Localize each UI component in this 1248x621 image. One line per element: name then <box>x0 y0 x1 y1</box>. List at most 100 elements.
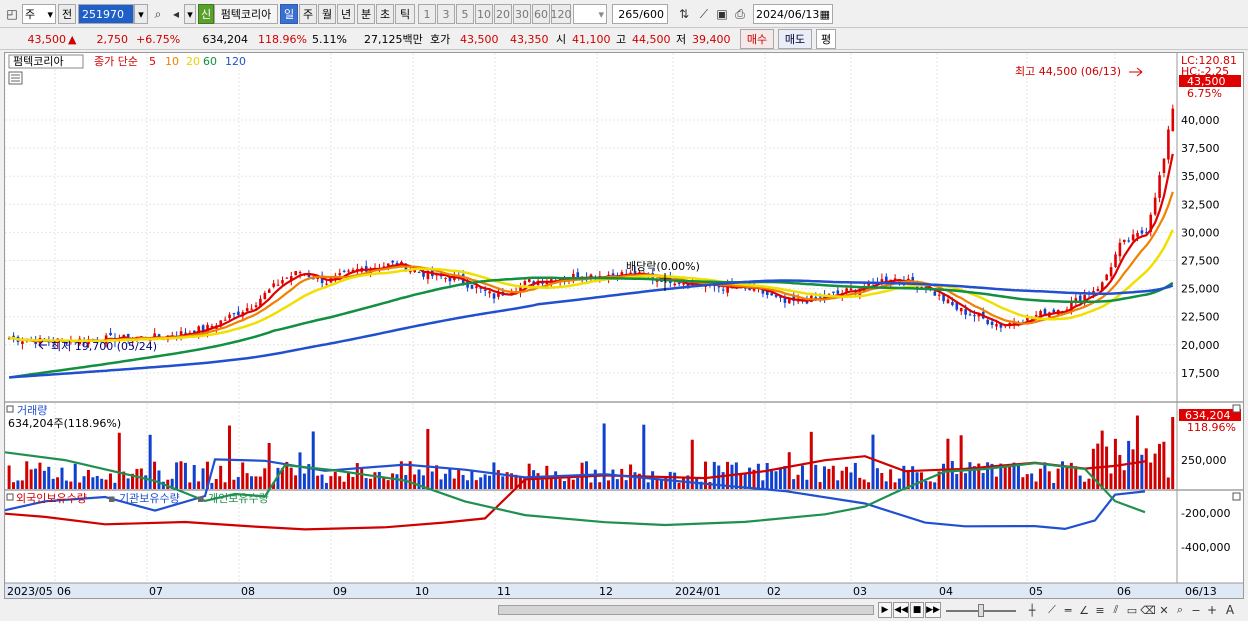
period-tick-tab[interactable]: 틱 <box>395 4 415 24</box>
interval-custom-select[interactable]: ▾ <box>573 4 607 24</box>
volume-bar <box>197 481 201 489</box>
candle-body <box>1162 158 1166 173</box>
channel-icon[interactable]: ⫽ <box>1108 602 1124 618</box>
y-tick-label: 32,500 <box>1181 198 1220 211</box>
period-day-tab[interactable]: 일 <box>280 4 298 24</box>
period-year-tab[interactable]: 년 <box>337 4 355 24</box>
y-tick-label: 35,000 <box>1181 170 1220 183</box>
ma-120[interactable]: 120 <box>225 55 246 68</box>
search-icon[interactable]: ⌕ <box>150 6 166 22</box>
stock-code-input[interactable]: 251970 <box>78 4 134 24</box>
panel-toggle-icon[interactable] <box>6 493 14 501</box>
angle-icon[interactable]: ∠ <box>1076 602 1092 618</box>
volume-bar <box>82 476 86 489</box>
stop-icon[interactable]: ■ <box>910 602 924 618</box>
volume-bar <box>60 467 64 489</box>
window-icon[interactable]: ◰ <box>4 6 20 22</box>
count-input[interactable]: 265/600 <box>612 4 668 24</box>
bid-price: 43,350 <box>510 32 549 46</box>
panel-close-icon[interactable] <box>1232 404 1241 413</box>
save-icon[interactable]: ▣ <box>714 6 730 22</box>
scroll-right-icon[interactable]: ▶ <box>878 602 892 618</box>
print-icon[interactable]: ⎙ <box>732 6 748 22</box>
interval-20[interactable]: 20 <box>494 4 512 24</box>
volume-bar <box>333 471 337 489</box>
type-select[interactable]: 주 ▾ <box>22 4 56 24</box>
volume-bar <box>153 461 157 489</box>
delete-drawing-icon[interactable]: ✕ <box>1156 602 1172 618</box>
panel-close-icon[interactable] <box>1232 492 1241 501</box>
code-dropdown[interactable]: ▾ <box>134 4 148 24</box>
volume-bar <box>104 479 108 489</box>
volume-bar <box>346 471 350 489</box>
font-size-icon[interactable]: A <box>1222 602 1238 618</box>
interval-5[interactable]: 5 <box>456 4 474 24</box>
interval-30[interactable]: 30 <box>513 4 531 24</box>
calendar-icon[interactable]: ▦ <box>820 8 830 21</box>
volume-bar <box>20 480 24 489</box>
up-arrow-icon: ▲ <box>68 32 77 46</box>
volume-bar <box>369 478 373 489</box>
ma-60[interactable]: 60 <box>203 55 217 68</box>
ma-5[interactable]: 5 <box>149 55 156 68</box>
date-input[interactable]: 2024/06/13 ▦ <box>753 4 833 24</box>
volume-bar <box>382 477 386 489</box>
speaker-dropdown[interactable]: ▾ <box>184 4 196 24</box>
ma-line-60 <box>9 276 1174 379</box>
dividend-note: 배당락(0.00%) <box>626 260 700 273</box>
chart-area[interactable]: 40,000 37,500 35,000 32,500 30,000 27,500 25,0… <box>4 52 1244 599</box>
zoom-out-icon[interactable]: − <box>1188 602 1204 618</box>
line-draw-icon[interactable]: ⟋ <box>696 6 712 22</box>
speaker-icon[interactable]: ◂ <box>168 6 184 22</box>
period-second-tab[interactable]: 초 <box>376 4 394 24</box>
count-value: 265 <box>618 7 640 21</box>
holdings-legend-foreign: 외국인보유수량 <box>16 492 87 505</box>
interval-1[interactable]: 1 <box>418 4 436 24</box>
volume-bar <box>853 462 857 489</box>
volume-bar <box>845 466 849 489</box>
volume-bar <box>849 472 853 489</box>
candle-body <box>338 273 342 276</box>
period-minute-tab[interactable]: 분 <box>357 4 375 24</box>
fast-forward-icon[interactable]: ▶▶ <box>925 602 941 618</box>
chart-type-icon[interactable]: ⇅ <box>676 6 692 22</box>
sell-button[interactable]: 매도 <box>778 29 812 49</box>
rect-tool-icon[interactable]: ▭ <box>1124 602 1140 618</box>
volume-bar <box>748 467 752 489</box>
scrollbar-track[interactable] <box>498 605 874 615</box>
zoom-in-icon[interactable]: + <box>1204 602 1220 618</box>
volume-bar <box>1113 438 1117 489</box>
current-price: 43,500 <box>27 32 67 46</box>
interval-3[interactable]: 3 <box>437 4 455 24</box>
volume-bar <box>474 480 478 489</box>
eraser-icon[interactable]: ⌫ <box>1140 602 1156 618</box>
prefix-button[interactable]: 전 <box>58 4 76 24</box>
ma-20[interactable]: 20 <box>186 55 200 68</box>
period-week-tab[interactable]: 주 <box>299 4 317 24</box>
panel-toggle-icon[interactable] <box>6 405 14 413</box>
trend-line-icon[interactable]: ⟋ <box>1044 602 1060 618</box>
zoom-icon[interactable]: ⌕ <box>1172 602 1188 618</box>
candle-body <box>933 291 937 296</box>
period-month-tab[interactable]: 월 <box>318 4 336 24</box>
buy-button[interactable]: 매수 <box>740 29 774 49</box>
rewind-icon[interactable]: ◀◀ <box>893 602 909 618</box>
ma-10[interactable]: 10 <box>165 55 179 68</box>
interval-120[interactable]: 120 <box>551 4 572 24</box>
volume-bar <box>435 465 439 489</box>
avg-button[interactable]: 평 <box>816 29 836 49</box>
crosshair-icon[interactable]: ┼ <box>1024 602 1040 618</box>
candle-body <box>937 294 941 296</box>
candle-body <box>770 293 774 296</box>
interval-10[interactable]: 10 <box>475 4 493 24</box>
candle-body <box>1127 240 1131 242</box>
horizontal-line-icon[interactable]: ═ <box>1060 602 1076 618</box>
interval-60[interactable]: 60 <box>532 4 550 24</box>
volume-bar <box>86 469 90 489</box>
x-tick-label: 08 <box>241 585 255 598</box>
zoom-slider-handle[interactable] <box>978 604 984 617</box>
fib-icon[interactable]: ≡ <box>1092 602 1108 618</box>
volume-bar <box>959 435 963 489</box>
volume-bar <box>302 473 306 489</box>
volume-bar <box>1162 441 1166 489</box>
